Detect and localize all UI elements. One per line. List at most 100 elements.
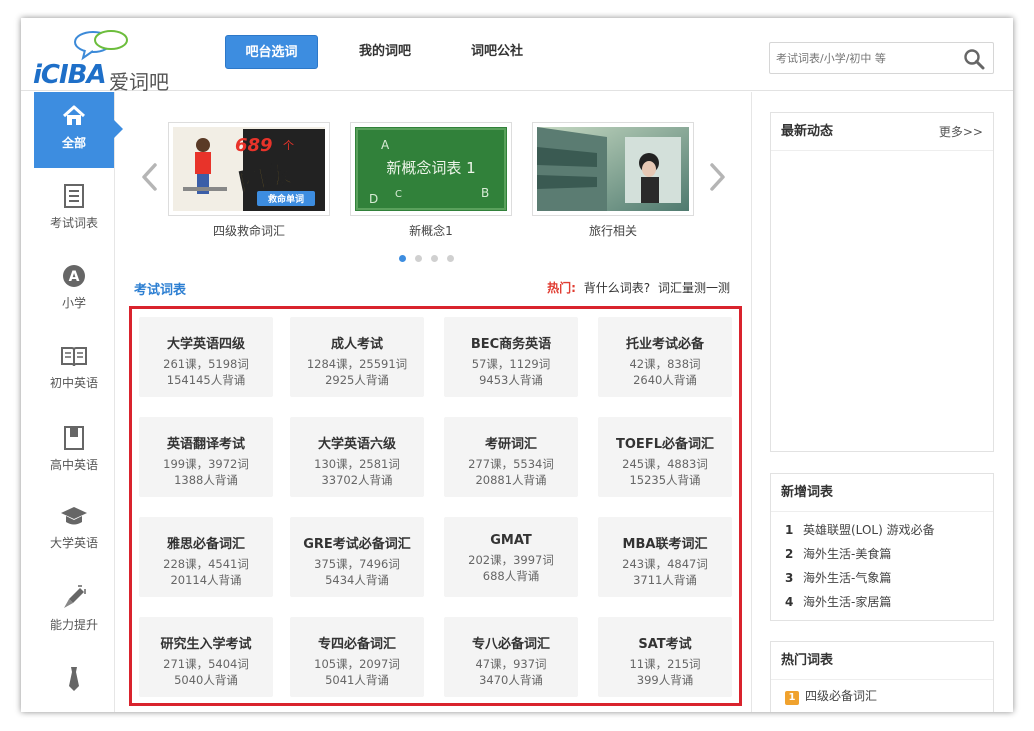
sidebar-item-workplace[interactable] bbox=[34, 654, 114, 712]
main-content: 689 个 四级 救命单词 四级救命词汇 新概念词表 1 A B C D 新概念… bbox=[116, 92, 750, 712]
sidebar-item-primary[interactable]: A 小学 bbox=[34, 252, 114, 328]
header: iCIBA 爱词吧 吧台选词 我的词吧 词吧公社 bbox=[21, 18, 1013, 94]
new-list-item[interactable]: 3 海外生活-气象篇 bbox=[771, 566, 993, 590]
new-list-item[interactable]: 1 英雄联盟(LOL) 游戏必备 bbox=[771, 518, 993, 542]
card-title: 研究生入学考试 bbox=[160, 637, 252, 652]
wordlist-card[interactable]: 大学英语六级 130课，2581词 33702人背诵 bbox=[290, 417, 424, 497]
new-list-item[interactable]: 2 海外生活-美食篇 bbox=[771, 542, 993, 566]
carousel-dot[interactable] bbox=[431, 255, 438, 262]
cet4-banner-graphic: 689 个 四级 救命单词 bbox=[173, 127, 325, 211]
carousel-prev-icon[interactable] bbox=[138, 162, 162, 192]
card-lessons-words: 202课，3997词 bbox=[468, 553, 554, 567]
wordlist-card[interactable]: MBA联考词汇 243课，4847词 3711人背诵 bbox=[598, 517, 732, 597]
section-header: 考试词表 热门: 背什么词表? 词汇量测一测 bbox=[134, 276, 730, 298]
card-learners: 154145人背诵 bbox=[166, 373, 246, 387]
sidebar-item-skills[interactable]: 能力提升 bbox=[34, 574, 114, 650]
carousel-slide-cet4[interactable]: 689 个 四级 救命单词 bbox=[168, 122, 330, 216]
sidebar-item-label: 初中英语 bbox=[49, 376, 98, 390]
sidebar-item-exam[interactable]: 考试词表 bbox=[34, 172, 114, 248]
logo-bubbles-icon bbox=[74, 30, 128, 61]
card-title: 托业考试必备 bbox=[625, 337, 704, 352]
hot-label: 热门: bbox=[547, 281, 576, 295]
search-box bbox=[769, 42, 994, 74]
card-title: 大学英语四级 bbox=[166, 337, 245, 352]
sidebar-item-all[interactable]: 全部 bbox=[34, 92, 123, 168]
home-icon bbox=[62, 105, 86, 125]
card-lessons-words: 243课，4847词 bbox=[622, 557, 708, 571]
wordlist-card[interactable]: SAT考试 11课，215词 399人背诵 bbox=[598, 617, 732, 697]
new-list-item[interactable]: 4 海外生活-家居篇 bbox=[771, 590, 993, 614]
slide-image: 新概念词表 1 A B C D bbox=[355, 127, 507, 211]
slide-caption[interactable]: 四级救命词汇 bbox=[168, 222, 330, 239]
card-lessons-words: 1284课，25591词 bbox=[306, 357, 408, 371]
card-title: 专八必备词汇 bbox=[471, 637, 550, 652]
sidebar-item-label: 全部 bbox=[61, 136, 86, 150]
hot-lists-header: 热门词表 bbox=[771, 642, 993, 680]
slide-caption[interactable]: 旅行相关 bbox=[532, 222, 694, 239]
card-learners: 20881人背诵 bbox=[475, 473, 547, 487]
hot-link-what-to-study[interactable]: 背什么词表? bbox=[584, 281, 650, 295]
wordlist-card[interactable]: 英语翻译考试 199课，3972词 1388人背诵 bbox=[139, 417, 273, 497]
card-title: 大学英语六级 bbox=[317, 437, 396, 452]
chalkboard-text: 新概念词表 1 bbox=[386, 159, 475, 177]
list-num: 1 bbox=[785, 523, 794, 537]
logo-cn-text: 爱词吧 bbox=[109, 70, 169, 94]
sidebar-item-junior[interactable]: 初中英语 bbox=[34, 332, 114, 408]
card-learners: 15235人背诵 bbox=[629, 473, 701, 487]
slide-image bbox=[537, 127, 689, 211]
list-label: 英雄联盟(LOL) 游戏必备 bbox=[803, 523, 935, 537]
slide-caption[interactable]: 新概念1 bbox=[350, 222, 512, 239]
nav-tab-community[interactable]: 词吧公社 bbox=[453, 35, 541, 69]
wordlist-card[interactable]: 专四必备词汇 105课，2097词 5041人背诵 bbox=[290, 617, 424, 697]
sidebar-item-label: 大学英语 bbox=[49, 536, 98, 550]
card-lessons-words: 375课，7496词 bbox=[314, 557, 400, 571]
wordlist-card[interactable]: 大学英语四级 261课，5198词 154145人背诵 bbox=[139, 317, 273, 397]
chalk-letter-c: C bbox=[395, 189, 402, 200]
nav-tab-my-bar[interactable]: 我的词吧 bbox=[341, 35, 429, 69]
wordlist-card[interactable]: GRE考试必备词汇 375课，7496词 5434人背诵 bbox=[290, 517, 424, 597]
card-lessons-words: 42课，838词 bbox=[629, 357, 701, 371]
news-more-link[interactable]: 更多>> bbox=[939, 113, 983, 151]
list-num: 3 bbox=[785, 571, 794, 585]
wordlist-card[interactable]: 托业考试必备 42课，838词 2640人背诵 bbox=[598, 317, 732, 397]
list-label: 海外生活-气象篇 bbox=[803, 571, 892, 585]
wordlist-card[interactable]: 专八必备词汇 47课，937词 3470人背诵 bbox=[444, 617, 578, 697]
hot-list-item[interactable]: 1 四级必备词汇 bbox=[771, 684, 993, 708]
graduation-cap-icon bbox=[61, 507, 87, 525]
card-title: TOEFL必备词汇 bbox=[616, 437, 714, 452]
hot-lists-panel: 热门词表 1 四级必备词汇 bbox=[770, 641, 994, 712]
card-lessons-words: 271课，5404词 bbox=[163, 657, 249, 671]
list-label: 海外生活-美食篇 bbox=[803, 547, 892, 561]
hot-link-vocab-test[interactable]: 词汇量测一测 bbox=[658, 281, 730, 295]
list-num: 2 bbox=[785, 547, 794, 561]
carousel-dot[interactable] bbox=[415, 255, 422, 262]
wordlist-card[interactable]: 雅思必备词汇 228课，4541词 20114人背诵 bbox=[139, 517, 273, 597]
sidebar-item-senior[interactable]: 高中英语 bbox=[34, 414, 114, 490]
sidebar-item-college[interactable]: 大学英语 bbox=[34, 492, 114, 568]
chalk-letter-d: D bbox=[369, 192, 378, 206]
card-learners: 3711人背诵 bbox=[633, 573, 697, 587]
wordlist-card[interactable]: 考研词汇 277课，5534词 20881人背诵 bbox=[444, 417, 578, 497]
card-learners: 2925人背诵 bbox=[325, 373, 389, 387]
wordlist-card[interactable]: TOEFL必备词汇 245课，4883词 15235人背诵 bbox=[598, 417, 732, 497]
wordlist-card[interactable]: GMAT 202课，3997词 688人背诵 bbox=[444, 517, 578, 597]
list-num: 4 bbox=[785, 595, 794, 609]
card-learners: 399人背诵 bbox=[636, 673, 694, 687]
wordlist-card[interactable]: BEC商务英语 57课，1129词 9453人背诵 bbox=[444, 317, 578, 397]
search-input[interactable] bbox=[770, 43, 950, 73]
carousel-slide-travel[interactable] bbox=[532, 122, 694, 216]
rocket-icon bbox=[64, 585, 86, 608]
carousel-slide-new-concept[interactable]: 新概念词表 1 A B C D bbox=[350, 122, 512, 216]
wordlist-card[interactable]: 研究生入学考试 271课，5404词 5040人背诵 bbox=[139, 617, 273, 697]
carousel-dot[interactable] bbox=[447, 255, 454, 262]
wordlist-card[interactable]: 成人考试 1284课，25591词 2925人背诵 bbox=[290, 317, 424, 397]
carousel-next-icon[interactable] bbox=[705, 162, 729, 192]
nav-tab-bar-select[interactable]: 吧台选词 bbox=[225, 35, 318, 69]
search-icon[interactable] bbox=[963, 48, 985, 70]
app-window: iCIBA 爱词吧 吧台选词 我的词吧 词吧公社 全部 bbox=[21, 18, 1013, 712]
logo[interactable]: iCIBA 爱词吧 bbox=[33, 28, 183, 94]
card-lessons-words: 105课，2097词 bbox=[314, 657, 400, 671]
carousel-dot[interactable] bbox=[399, 255, 406, 262]
card-title: MBA联考词汇 bbox=[622, 537, 708, 552]
card-learners: 3470人背诵 bbox=[479, 673, 543, 687]
